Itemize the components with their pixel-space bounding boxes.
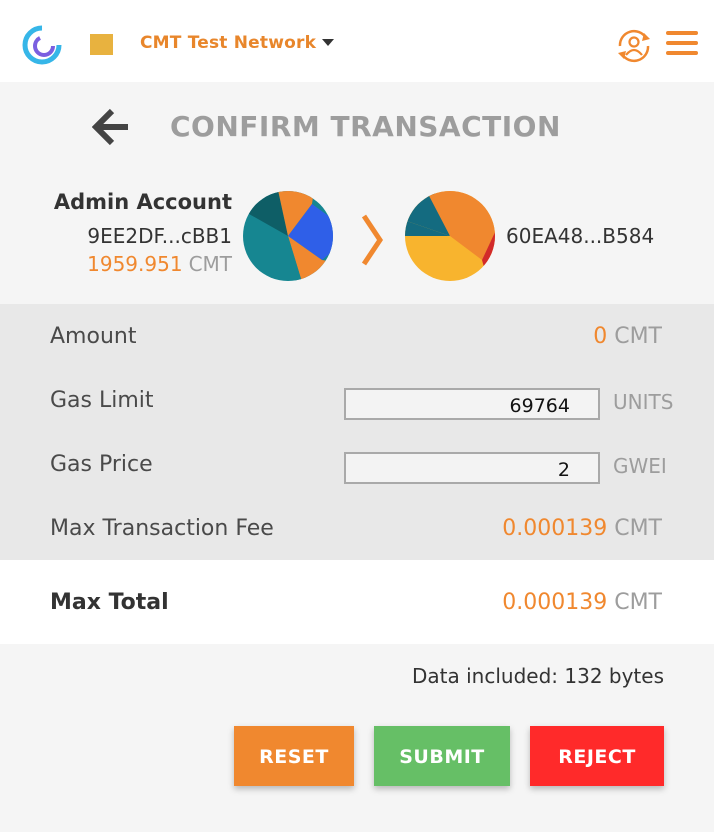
max-fee-unit: CMT <box>614 516 662 541</box>
total-section: Max Total 0.000139 CMT <box>0 560 714 644</box>
gas-price-label: Gas Price <box>50 452 153 477</box>
gas-limit-input[interactable] <box>344 388 600 420</box>
from-balance-value: 1959.951 <box>87 252 183 276</box>
transaction-details: Amount 0 CMT Gas Limit UNITS Gas Price G… <box>0 304 714 560</box>
back-arrow-icon[interactable] <box>92 107 132 147</box>
hamburger-menu-icon[interactable] <box>666 31 698 55</box>
page-title: CONFIRM TRANSACTION <box>170 110 561 143</box>
max-total-label: Max Total <box>50 590 169 615</box>
gas-limit-label: Gas Limit <box>50 388 154 413</box>
app-logo-icon[interactable] <box>20 24 64 66</box>
from-address: 9EE2DF...cBB1 <box>87 224 232 248</box>
from-balance: 1959.951 CMT <box>87 252 232 276</box>
reject-button[interactable]: REJECT <box>530 726 664 786</box>
amount-unit: CMT <box>614 324 662 349</box>
gas-price-input[interactable] <box>344 452 600 484</box>
submit-button[interactable]: SUBMIT <box>374 726 510 786</box>
amount-label: Amount <box>50 324 137 349</box>
max-fee-value: 0.000139 CMT <box>502 516 662 541</box>
to-account-identicon <box>405 191 495 281</box>
amount-value: 0 CMT <box>593 324 662 349</box>
from-account-name: Admin Account <box>53 190 232 214</box>
chevron-right-icon <box>361 214 384 266</box>
app-header: CMT Test Network <box>0 0 715 82</box>
from-balance-unit: CMT <box>188 252 232 276</box>
max-total-number: 0.000139 <box>502 590 608 615</box>
network-color-indicator[interactable] <box>90 34 113 55</box>
max-total-unit: CMT <box>614 590 662 615</box>
max-total-value: 0.000139 CMT <box>502 590 662 615</box>
max-fee-label: Max Transaction Fee <box>50 516 274 541</box>
reset-button[interactable]: RESET <box>234 726 354 786</box>
caret-down-icon[interactable] <box>322 39 334 46</box>
from-account-identicon <box>243 191 333 281</box>
amount-number: 0 <box>593 324 608 349</box>
switch-account-icon[interactable] <box>614 28 654 64</box>
gas-price-unit: GWEI <box>613 454 667 478</box>
gas-limit-unit: UNITS <box>613 390 674 414</box>
max-fee-number: 0.000139 <box>502 516 608 541</box>
data-included-text: Data included: 132 bytes <box>412 664 664 688</box>
to-address: 60EA48...B584 <box>506 224 655 248</box>
network-selector[interactable]: CMT Test Network <box>140 33 316 53</box>
